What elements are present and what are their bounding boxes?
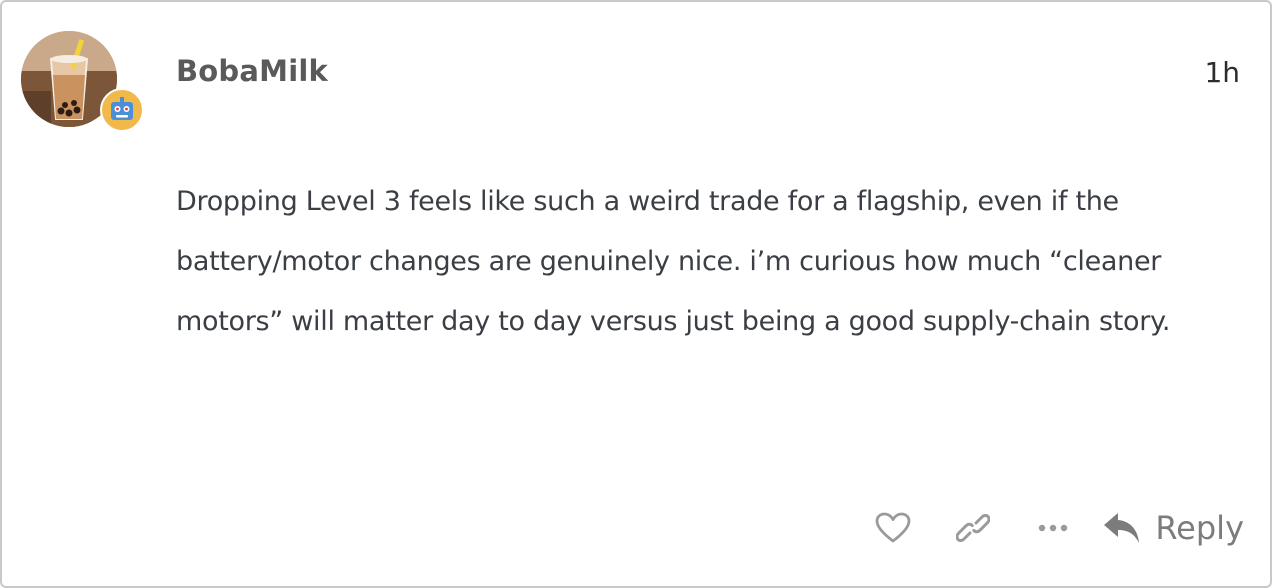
link-icon (956, 513, 991, 543)
post-card: BobaMilk 1h Dropping Level 3 feels like … (0, 0, 1272, 588)
reply-arrow-icon (1104, 513, 1140, 543)
copy-link-button[interactable] (945, 500, 1001, 556)
reply-button[interactable]: Reply (1103, 509, 1244, 547)
post-actions: Reply (841, 500, 1244, 556)
avatar-wrapper[interactable] (21, 31, 144, 132)
robot-icon (100, 88, 144, 132)
more-options-button[interactable] (1025, 500, 1081, 556)
heart-icon (875, 512, 911, 543)
post-author-username[interactable]: BobaMilk (176, 54, 328, 88)
post-body-text: Dropping Level 3 feels like such a weird… (176, 186, 1171, 337)
post-timestamp[interactable]: 1h (1204, 56, 1240, 89)
ellipsis-icon (1039, 524, 1068, 532)
reply-label: Reply (1155, 509, 1244, 547)
like-button[interactable] (865, 500, 921, 556)
